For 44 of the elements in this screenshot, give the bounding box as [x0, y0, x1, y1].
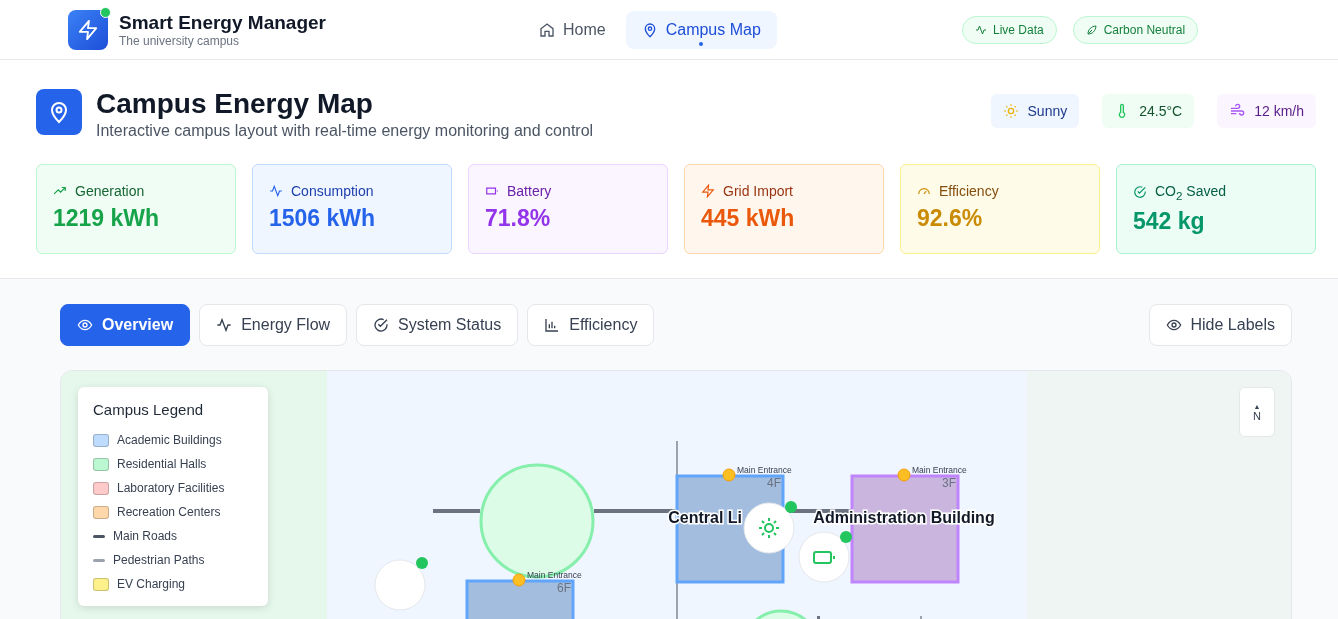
nav-tab[interactable]: Campus Map	[625, 10, 777, 49]
stat-label: CO$_{2}$ Saved	[1155, 183, 1227, 202]
stat-value: 542 kg	[1133, 207, 1206, 235]
legend-title: Campus Legend	[93, 401, 205, 418]
weather-chip: 12 km/h	[1217, 94, 1316, 128]
nav-tab[interactable]: Home	[523, 10, 622, 49]
stat-label: Efficiency	[939, 183, 999, 199]
status-badge: Carbon Neutral	[1072, 15, 1199, 44]
hide-labels-button[interactable]: Hide Labels	[1148, 304, 1292, 346]
stat-value: 71.8%	[485, 205, 552, 232]
legend-label: Academic Buildings	[117, 433, 222, 447]
stat-value: 1506 kWh	[269, 205, 377, 232]
entrance-label: Main Entrance	[527, 570, 582, 580]
view-tab[interactable]: Efficiency	[527, 304, 655, 346]
floor-count: 3F	[942, 476, 956, 490]
building-name: Administration Building	[813, 509, 995, 526]
stat-label: Battery	[507, 183, 552, 199]
view-tab[interactable]: Energy Flow	[199, 304, 348, 346]
weather-chip: 24.5°C	[1102, 94, 1195, 128]
stat-value: 445 kWh	[701, 205, 796, 232]
legend-label: Main Roads	[113, 529, 178, 543]
view-tab[interactable]: Overview	[60, 304, 191, 346]
status-badge: Live Data	[962, 15, 1057, 44]
stat-value: 92.6%	[917, 205, 984, 232]
legend-label: Recreation Centers	[117, 505, 221, 519]
legend-label: Pedestrian Paths	[113, 553, 205, 567]
weather-chip: Sunny	[990, 94, 1080, 128]
floor-count: 6F	[557, 581, 571, 595]
view-tab[interactable]: System Status	[356, 304, 519, 346]
stat-label: Generation	[75, 183, 145, 199]
stat-label: Grid Import	[723, 183, 793, 199]
legend-label: Residential Halls	[117, 457, 207, 471]
entrance-label: Main Entrance	[737, 465, 792, 475]
app-title: Smart Energy Manager	[119, 11, 326, 34]
stat-value: 1219 kWh	[53, 205, 161, 232]
legend-label: Laboratory Facilities	[117, 481, 225, 495]
entrance-label: Main Entrance	[912, 465, 967, 475]
app-subtitle: The university campus	[119, 33, 241, 48]
page-subtitle: Interactive campus layout with real-time energy monitoring and control	[96, 122, 595, 140]
stat-label: Consumption	[291, 183, 374, 199]
legend-label: EV Charging	[117, 577, 186, 591]
building-name: Central Li	[668, 509, 742, 526]
page-title: Campus Energy Map	[96, 88, 374, 120]
floor-count: 4F	[767, 476, 781, 490]
